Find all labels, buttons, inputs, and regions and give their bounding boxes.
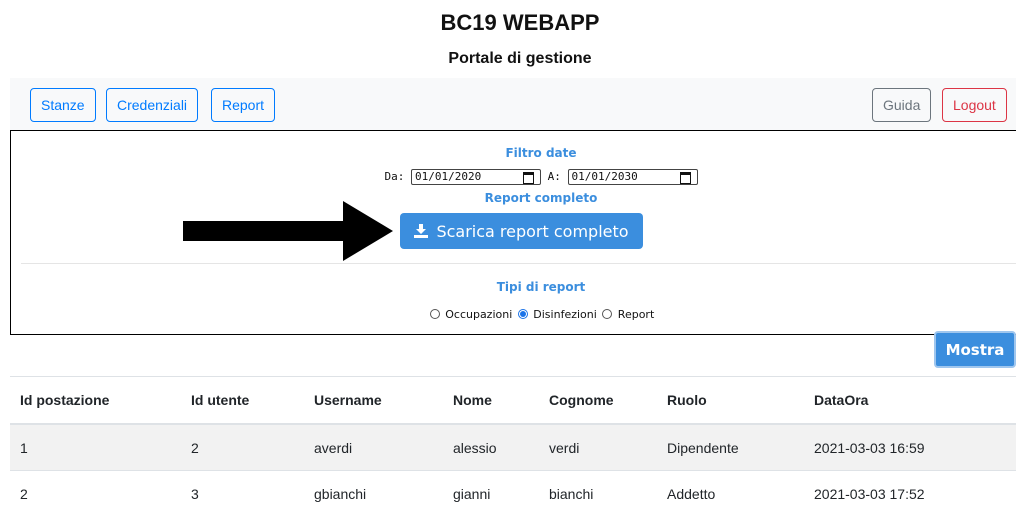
nav-report-button[interactable]: Report: [211, 88, 275, 122]
col-header-ruolo: Ruolo: [657, 377, 804, 425]
table-header-row: Id postazione Id utente Username Nome Co…: [10, 377, 1016, 425]
mostra-button[interactable]: Mostra: [934, 331, 1016, 368]
cell-cognome: verdi: [539, 424, 657, 471]
cell-dataora: 2021-03-03 16:59: [804, 424, 1016, 471]
report-type-radio-group: Occupazioni Disinfezioni Report: [11, 308, 1016, 321]
cell-cognome: bianchi: [539, 471, 657, 516]
calendar-icon[interactable]: [523, 172, 534, 184]
radio-label-occupazioni: Occupazioni: [445, 308, 512, 321]
radio-occupazioni[interactable]: [430, 309, 440, 319]
cell-dataora: 2021-03-03 17:52: [804, 471, 1016, 516]
radio-label-report: Report: [618, 308, 654, 321]
col-header-id-postazione: Id postazione: [10, 377, 181, 425]
app-title: BC19 WEBAPP: [0, 10, 1016, 36]
col-header-cognome: Cognome: [539, 377, 657, 425]
table-row: 1 2 averdi alessio verdi Dipendente 2021…: [10, 424, 1016, 471]
calendar-icon[interactable]: [680, 172, 691, 184]
cell-id-postazione: 2: [10, 471, 181, 516]
filter-date-title: Filtro date: [11, 146, 1016, 160]
date-row: Da: 01/01/2020 A: 01/01/2030: [11, 169, 1016, 185]
nav-credenziali-button[interactable]: Credenziali: [106, 88, 198, 122]
col-header-username: Username: [304, 377, 443, 425]
cell-id-utente: 2: [181, 424, 304, 471]
full-report-title: Report completo: [11, 191, 1016, 205]
col-header-id-utente: Id utente: [181, 377, 304, 425]
cell-id-utente: 3: [181, 471, 304, 516]
to-label: A:: [548, 170, 561, 183]
cell-username: gbianchi: [304, 471, 443, 516]
radio-label-disinfezioni: Disinfezioni: [533, 308, 597, 321]
divider: [21, 263, 1016, 264]
report-table: Id postazione Id utente Username Nome Co…: [10, 376, 1016, 516]
radio-report[interactable]: [602, 309, 612, 319]
guida-button[interactable]: Guida: [872, 88, 931, 122]
cell-id-postazione: 1: [10, 424, 181, 471]
col-header-dataora: DataOra: [804, 377, 1016, 425]
filter-panel: Filtro date Da: 01/01/2020 A: 01/01/2030…: [10, 130, 1016, 335]
download-label: Scarica report completo: [436, 222, 628, 241]
from-date-input[interactable]: 01/01/2020: [411, 169, 541, 185]
to-date-input[interactable]: 01/01/2030: [568, 169, 698, 185]
cell-nome: gianni: [443, 471, 539, 516]
radio-disinfezioni[interactable]: [518, 309, 528, 319]
cell-ruolo: Addetto: [657, 471, 804, 516]
col-header-nome: Nome: [443, 377, 539, 425]
report-types-title: Tipi di report: [11, 280, 1016, 294]
download-icon: [414, 224, 428, 238]
cell-nome: alessio: [443, 424, 539, 471]
logout-button[interactable]: Logout: [942, 88, 1007, 122]
app-subtitle: Portale di gestione: [0, 50, 1016, 68]
cell-username: averdi: [304, 424, 443, 471]
from-label: Da:: [385, 170, 405, 183]
to-date-value: 01/01/2030: [572, 170, 638, 183]
table-row: 2 3 gbianchi gianni bianchi Addetto 2021…: [10, 471, 1016, 516]
arrow-right-icon: [183, 201, 393, 261]
nav-stanze-button[interactable]: Stanze: [30, 88, 96, 122]
navbar: Stanze Credenziali Report Guida Logout: [10, 78, 1016, 130]
cell-ruolo: Dipendente: [657, 424, 804, 471]
from-date-value: 01/01/2020: [415, 170, 481, 183]
download-full-report-button[interactable]: Scarica report completo: [400, 213, 643, 249]
